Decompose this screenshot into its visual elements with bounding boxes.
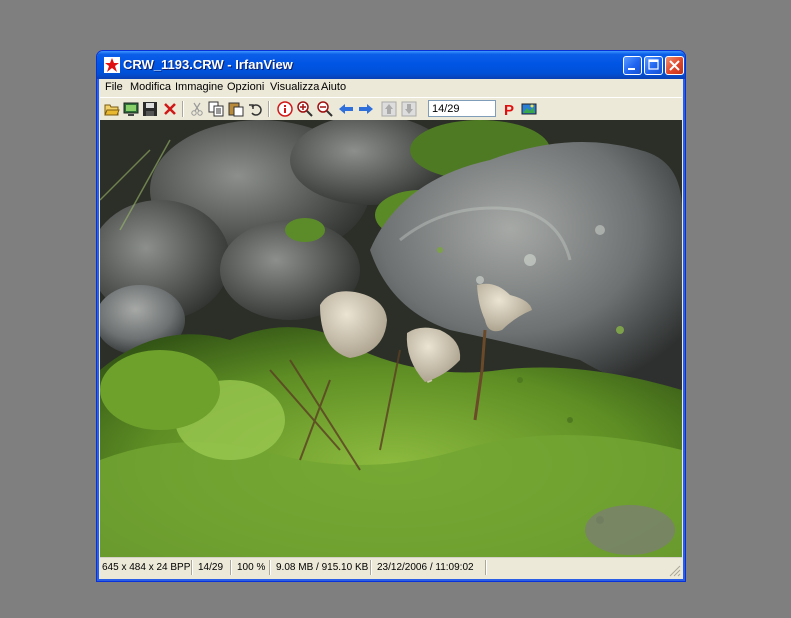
maximize-icon — [648, 59, 659, 70]
print-button[interactable]: P — [500, 100, 518, 118]
menu-aiuto[interactable]: Aiuto — [321, 81, 346, 93]
last-icon — [401, 101, 417, 117]
last-button[interactable] — [400, 100, 418, 118]
print-icon: P — [504, 102, 514, 117]
undo-button[interactable] — [247, 100, 265, 118]
status-bar: 645 x 484 x 24 BPP 14/29 100 % 9.08 MB /… — [100, 557, 682, 578]
resize-grip-icon[interactable] — [669, 565, 681, 577]
menu-immagine[interactable]: Immagine — [175, 81, 223, 93]
next-button[interactable] — [357, 100, 375, 118]
save-icon — [143, 102, 157, 116]
info-button[interactable] — [276, 100, 294, 118]
status-dimensions: 645 x 484 x 24 BPP — [102, 562, 191, 573]
save-button[interactable] — [141, 100, 159, 118]
cut-button[interactable] — [188, 100, 206, 118]
delete-button[interactable] — [161, 100, 179, 118]
toolbar: P — [100, 97, 682, 120]
first-button[interactable] — [380, 100, 398, 118]
irfanview-window: CRW_1193.CRW - IrfanView File Modifica I… — [96, 50, 686, 582]
zoom-out-button[interactable] — [316, 100, 334, 118]
copy-icon — [208, 101, 224, 117]
menu-visualizza[interactable]: Visualizza — [270, 81, 319, 93]
irfanview-app-icon — [104, 57, 120, 73]
previous-button[interactable] — [337, 100, 355, 118]
status-datetime: 23/12/2006 / 11:09:02 — [377, 562, 474, 573]
menu-bar: File Modifica Immagine Opzioni Visualizz… — [100, 79, 682, 97]
slideshow-icon — [123, 102, 139, 116]
zoom-out-icon — [317, 101, 333, 117]
copy-button[interactable] — [207, 100, 225, 118]
zoom-in-button[interactable] — [296, 100, 314, 118]
status-file-size: 9.08 MB / 915.10 KB — [276, 562, 369, 573]
cut-icon — [191, 102, 203, 116]
status-position: 14/29 — [198, 562, 224, 573]
first-icon — [381, 101, 397, 117]
page-number-field[interactable] — [428, 100, 496, 117]
minimize-button[interactable] — [623, 56, 642, 75]
menu-opzioni[interactable]: Opzioni — [227, 81, 264, 93]
paint-icon — [521, 103, 537, 115]
zoom-in-icon — [297, 101, 313, 117]
menu-modifica[interactable]: Modifica — [130, 81, 171, 93]
open-folder-icon — [104, 104, 120, 116]
next-icon — [359, 104, 373, 114]
maximize-button[interactable] — [644, 56, 663, 75]
slideshow-button[interactable] — [122, 100, 140, 118]
svg-text:P: P — [504, 102, 514, 117]
paste-icon — [228, 102, 244, 117]
previous-icon — [339, 104, 353, 114]
delete-icon — [164, 103, 176, 115]
photo-mossy-rocks-mushrooms — [100, 120, 682, 557]
close-icon — [669, 60, 680, 71]
info-icon — [277, 101, 293, 117]
minimize-icon — [628, 68, 635, 70]
close-button[interactable] — [665, 56, 684, 75]
title-bar[interactable]: CRW_1193.CRW - IrfanView — [97, 51, 685, 79]
paint-button[interactable] — [520, 100, 538, 118]
undo-icon — [249, 104, 262, 116]
paste-button[interactable] — [227, 100, 245, 118]
status-zoom: 100 % — [237, 562, 266, 573]
menu-file[interactable]: File — [105, 81, 123, 93]
image-viewport[interactable] — [100, 120, 682, 557]
open-button[interactable] — [103, 100, 121, 118]
window-title: CRW_1193.CRW - IrfanView — [123, 57, 293, 72]
